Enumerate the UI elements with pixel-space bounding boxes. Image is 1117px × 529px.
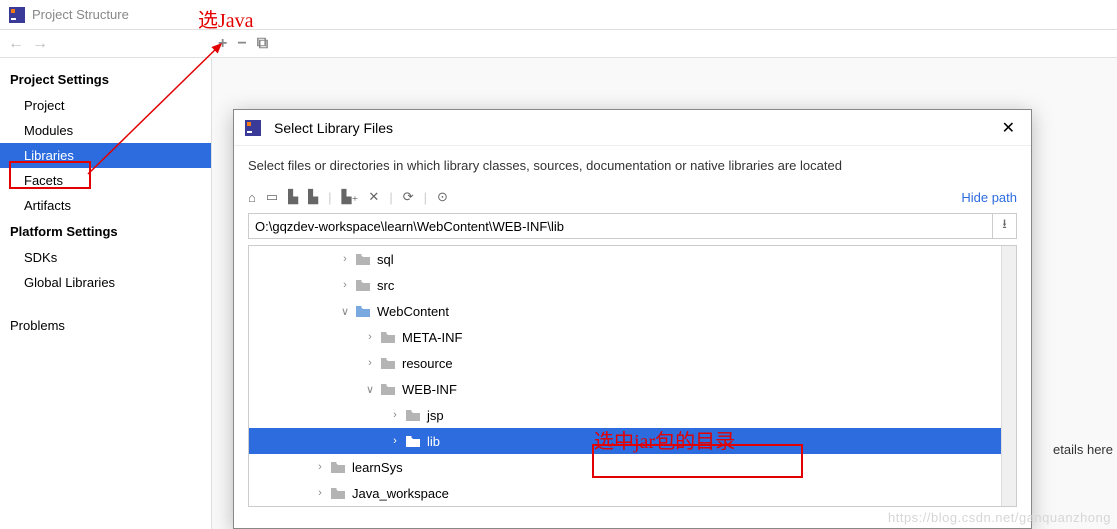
delete-icon[interactable]: ✕ xyxy=(368,189,379,205)
chevron-right-icon[interactable]: › xyxy=(314,487,326,499)
show-hidden-icon[interactable]: ⊙ xyxy=(437,189,448,205)
dialog-header: Select Library Files ✕ xyxy=(234,110,1031,146)
nav-back-icon[interactable]: ← xyxy=(8,35,24,53)
chevron-down-icon[interactable]: ∨ xyxy=(364,383,376,396)
tree-item-label: sql xyxy=(377,252,394,267)
nav-history: ← → xyxy=(0,35,212,53)
sidebar-item-project[interactable]: Project xyxy=(0,93,211,118)
tree-item-label: src xyxy=(377,278,394,293)
tree-item-src[interactable]: › src xyxy=(249,272,1016,298)
sidebar-item-global-libraries[interactable]: Global Libraries xyxy=(0,270,211,295)
tree-item-java-workspace[interactable]: › Java_workspace xyxy=(249,480,1016,506)
chevron-right-icon[interactable]: › xyxy=(339,253,351,265)
sidebar-item-sdks[interactable]: SDKs xyxy=(0,245,211,270)
tree-item-web-inf[interactable]: ∨ WEB-INF xyxy=(249,376,1016,402)
folder-icon xyxy=(380,330,396,344)
window-title: Project Structure xyxy=(32,7,129,22)
sidebar-item-facets[interactable]: Facets xyxy=(0,168,211,193)
folder-icon xyxy=(355,252,371,266)
hide-path-link[interactable]: Hide path xyxy=(961,190,1017,205)
folder-icon xyxy=(330,460,346,474)
path-input[interactable] xyxy=(248,213,993,239)
tree-item-jsp[interactable]: › jsp xyxy=(249,402,1016,428)
chevron-right-icon[interactable]: › xyxy=(389,435,401,447)
intellij-icon xyxy=(244,120,262,136)
sidebar-heading-project: Project Settings xyxy=(0,66,211,93)
chevron-right-icon[interactable]: › xyxy=(364,331,376,343)
nav-row: ← → + − ⧉ xyxy=(0,30,1117,58)
sidebar-item-modules[interactable]: Modules xyxy=(0,118,211,143)
file-tree[interactable]: ›sql›src∨WebContent›META-INF›resource∨WE… xyxy=(248,245,1017,507)
desktop-icon[interactable]: ▭ xyxy=(266,189,278,205)
folder-icon xyxy=(330,486,346,500)
remove-button[interactable]: − xyxy=(237,35,246,53)
chevron-right-icon[interactable]: › xyxy=(389,409,401,421)
intellij-icon xyxy=(8,7,26,23)
dialog-title: Select Library Files xyxy=(274,120,393,136)
folder-icon xyxy=(380,356,396,370)
folder-icon xyxy=(405,408,421,422)
close-icon[interactable]: ✕ xyxy=(996,114,1021,142)
tree-item-label: jsp xyxy=(427,408,444,423)
chevron-right-icon[interactable]: › xyxy=(314,461,326,473)
tree-item-label: WEB-INF xyxy=(402,382,457,397)
folder-icon xyxy=(405,434,421,448)
add-button[interactable]: + xyxy=(218,35,227,53)
chevron-right-icon[interactable]: › xyxy=(364,357,376,369)
module-folder-icon[interactable]: ▙ xyxy=(308,189,318,205)
path-row: ⭳ xyxy=(234,213,1031,239)
dialog-instruction: Select files or directories in which lib… xyxy=(234,146,1031,181)
tree-item-resource[interactable]: › resource xyxy=(249,350,1016,376)
sidebar-item-libraries[interactable]: Libraries xyxy=(0,143,211,168)
tree-item-label: Java_workspace xyxy=(352,486,449,501)
tree-item-sql[interactable]: › sql xyxy=(249,246,1016,272)
copy-button[interactable]: ⧉ xyxy=(257,35,268,53)
watermark: https://blog.csdn.net/ganquanzhong xyxy=(888,510,1111,525)
select-library-dialog: Select Library Files ✕ Select files or d… xyxy=(233,109,1032,529)
chevron-down-icon[interactable]: ∨ xyxy=(339,305,351,318)
tree-item-label: resource xyxy=(402,356,453,371)
tree-item-label: lib xyxy=(427,434,440,449)
nav-forward-icon[interactable]: → xyxy=(32,35,48,53)
tree-item-label: META-INF xyxy=(402,330,462,345)
history-dropdown-icon[interactable]: ⭳ xyxy=(993,213,1017,239)
folder-icon xyxy=(355,304,371,318)
tree-item-learnsys[interactable]: › learnSys xyxy=(249,454,1016,480)
details-hint: etails here xyxy=(1053,442,1113,457)
sidebar-item-artifacts[interactable]: Artifacts xyxy=(0,193,211,218)
window-titlebar: Project Structure xyxy=(0,0,1117,30)
tree-item-webcontent[interactable]: ∨ WebContent xyxy=(249,298,1016,324)
new-folder-icon[interactable]: ▙₊ xyxy=(342,189,359,205)
project-folder-icon[interactable]: ▙ xyxy=(288,189,298,205)
sidebar-heading-platform: Platform Settings xyxy=(0,218,211,245)
dialog-toolbar: ⌂ ▭ ▙ ▙ | ▙₊ ✕ | ⟳ | ⊙ Hide path xyxy=(234,181,1031,213)
sidebar: Project Settings Project Modules Librari… xyxy=(0,58,212,529)
chevron-right-icon[interactable]: › xyxy=(339,279,351,291)
sidebar-item-problems[interactable]: Problems xyxy=(0,313,211,338)
tree-item-meta-inf[interactable]: › META-INF xyxy=(249,324,1016,350)
tree-item-label: WebContent xyxy=(377,304,449,319)
tree-item-label: learnSys xyxy=(352,460,403,475)
folder-icon xyxy=(355,278,371,292)
folder-icon xyxy=(380,382,396,396)
tree-item-lib[interactable]: › lib xyxy=(249,428,1016,454)
library-toolbar: + − ⧉ xyxy=(212,35,268,53)
home-icon[interactable]: ⌂ xyxy=(248,190,256,205)
refresh-icon[interactable]: ⟳ xyxy=(403,189,414,205)
